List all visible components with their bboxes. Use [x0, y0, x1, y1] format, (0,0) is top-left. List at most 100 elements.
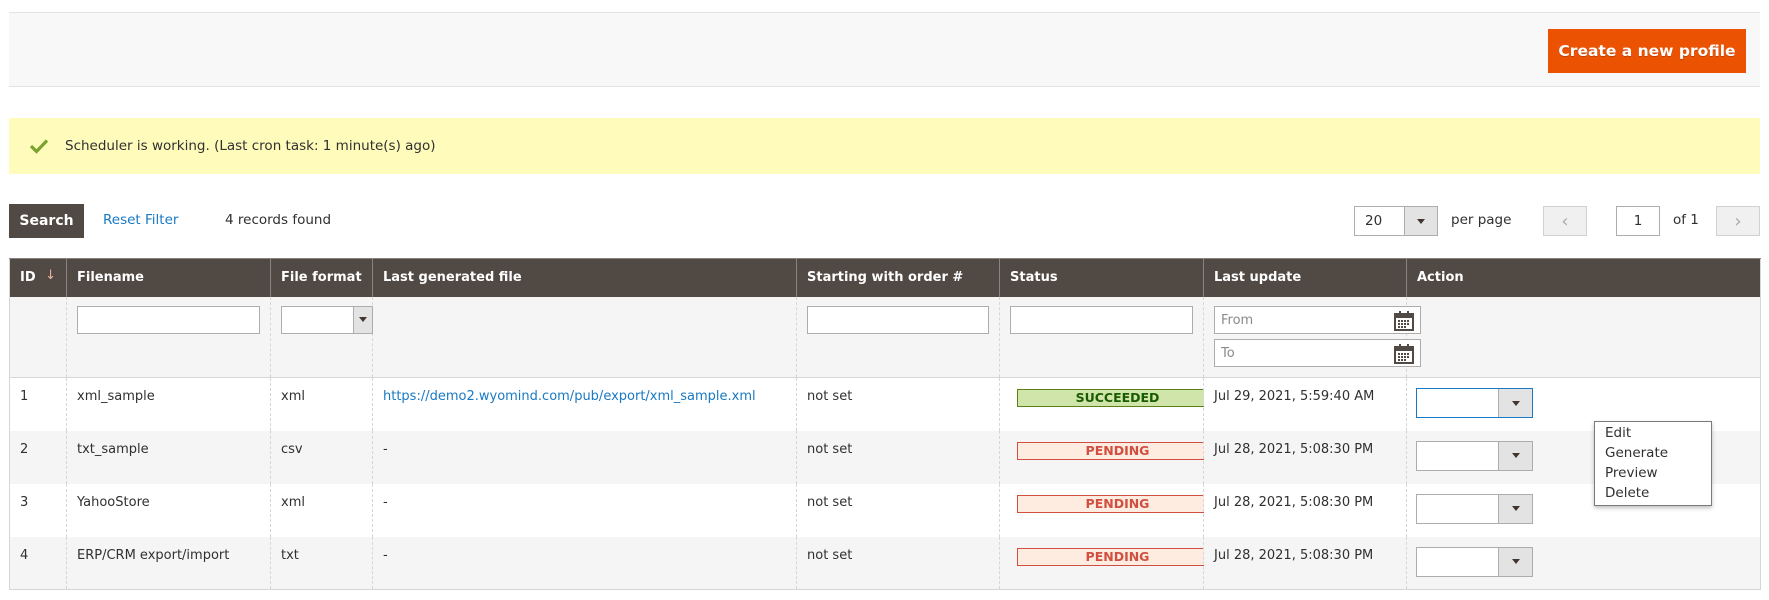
total-pages: of 1: [1673, 212, 1699, 228]
cell-filename: YahooStore: [66, 483, 271, 537]
cell-id: 4: [9, 536, 67, 590]
status-badge: SUCCEEDED: [1017, 389, 1218, 407]
action-select[interactable]: [1416, 493, 1533, 524]
column-header-file-format[interactable]: File format: [270, 258, 373, 297]
action-dropdown-menu: Edit Generate Preview Delete: [1594, 421, 1712, 506]
filter-row: From To: [9, 296, 1761, 378]
filter-action-cell: [1406, 296, 1761, 378]
header-row: ID ↓ Filename File format Last generated …: [9, 258, 1761, 297]
action-select[interactable]: [1416, 388, 1533, 418]
notice-message: Scheduler is working. (Last cron task: 1…: [65, 138, 436, 154]
filter-id-cell: [9, 296, 67, 378]
checkmark-icon: [29, 136, 49, 156]
sort-arrow-icon: ↓: [45, 268, 56, 283]
cell-filename: xml_sample: [66, 377, 271, 431]
cell-order: not set: [796, 483, 1000, 537]
filter-format-cell: [270, 296, 373, 378]
per-page-select[interactable]: 20: [1354, 206, 1438, 236]
previous-page-button[interactable]: ‹: [1543, 206, 1587, 236]
per-page-value: 20: [1365, 213, 1383, 229]
cell-id: 1: [9, 377, 67, 431]
cell-updated: Jul 28, 2021, 5:08:30 PM: [1203, 483, 1407, 537]
cell-last-file: -: [372, 483, 797, 537]
cell-format: csv: [270, 430, 373, 484]
action-select[interactable]: [1416, 440, 1533, 471]
reset-filter-link[interactable]: Reset Filter: [103, 212, 178, 228]
status-badge: PENDING: [1017, 494, 1218, 513]
chevron-down-icon: [1498, 494, 1532, 523]
action-option-delete[interactable]: Delete: [1595, 483, 1711, 503]
date-to-input[interactable]: To: [1214, 338, 1421, 368]
cell-id: 3: [9, 483, 67, 537]
table-row[interactable]: 2 txt_sample csv - not set PENDING Jul 2…: [9, 430, 1761, 484]
next-page-button[interactable]: ›: [1716, 206, 1760, 236]
cell-filename: ERP/CRM export/import: [66, 536, 271, 590]
calendar-icon[interactable]: [1394, 343, 1414, 368]
filename-filter-input[interactable]: [77, 305, 260, 334]
cell-last-file: https://demo2.wyomind.com/pub/export/xml…: [372, 377, 797, 431]
date-from-input[interactable]: From: [1214, 305, 1421, 335]
status-badge: PENDING: [1017, 547, 1218, 566]
chevron-down-icon: [1498, 547, 1532, 576]
file-format-filter-select[interactable]: [281, 305, 373, 334]
filter-status-cell: [999, 296, 1204, 378]
cell-filename: txt_sample: [66, 430, 271, 484]
calendar-icon[interactable]: [1394, 310, 1414, 335]
filter-date-cell: From To: [1203, 296, 1421, 378]
date-from-placeholder: From: [1221, 312, 1254, 328]
chevron-down-icon: [1498, 441, 1532, 470]
profiles-grid: ID ↓ Filename File format Last generated …: [9, 258, 1761, 590]
cell-format: xml: [270, 483, 373, 537]
cell-last-file: -: [372, 536, 797, 590]
cell-updated: Jul 28, 2021, 5:08:30 PM: [1203, 430, 1407, 484]
cell-action: [1406, 536, 1761, 590]
status-filter-input[interactable]: [1010, 305, 1193, 334]
cell-format: xml: [270, 377, 373, 431]
cell-id: 2: [9, 430, 67, 484]
cell-status: PENDING: [999, 430, 1218, 484]
status-badge: PENDING: [1017, 441, 1218, 460]
cell-status: PENDING: [999, 536, 1218, 590]
chevron-left-icon: ‹: [1561, 210, 1569, 232]
generated-file-link[interactable]: https://demo2.wyomind.com/pub/export/xml…: [383, 389, 756, 404]
chevron-down-icon: [353, 306, 372, 333]
action-option-edit[interactable]: Edit: [1595, 423, 1711, 443]
cell-status: PENDING: [999, 483, 1218, 537]
column-header-filename[interactable]: Filename: [66, 258, 271, 297]
per-page-label: per page: [1451, 212, 1512, 228]
order-filter-input[interactable]: [807, 305, 989, 334]
search-button[interactable]: Search: [9, 204, 84, 238]
action-option-generate[interactable]: Generate: [1595, 443, 1711, 463]
cell-last-file: -: [372, 430, 797, 484]
scheduler-notice: Scheduler is working. (Last cron task: 1…: [9, 118, 1760, 174]
cell-order: not set: [796, 377, 1000, 431]
column-header-status[interactable]: Status: [999, 258, 1204, 297]
cell-updated: Jul 28, 2021, 5:08:30 PM: [1203, 536, 1407, 590]
column-header-last-update[interactable]: Last update: [1203, 258, 1407, 297]
create-new-profile-button[interactable]: Create a new profile: [1548, 29, 1746, 73]
cell-status: SUCCEEDED: [999, 377, 1218, 431]
cell-updated: Jul 29, 2021, 5:59:40 AM: [1203, 377, 1407, 431]
cell-order: not set: [796, 430, 1000, 484]
table-row[interactable]: 1 xml_sample xml https://demo2.wyomind.c…: [9, 377, 1761, 431]
table-row[interactable]: 4 ERP/CRM export/import txt - not set PE…: [9, 536, 1761, 590]
filter-filename-cell: [66, 296, 271, 378]
page-actions-bar: Create a new profile: [9, 12, 1760, 87]
cell-order: not set: [796, 536, 1000, 590]
column-header-last-generated-file[interactable]: Last generated file: [372, 258, 797, 297]
chevron-down-icon: [1498, 389, 1532, 417]
current-page-input[interactable]: [1616, 206, 1660, 236]
action-option-preview[interactable]: Preview: [1595, 463, 1711, 483]
chevron-down-icon[interactable]: [1404, 207, 1437, 235]
filter-order-cell: [796, 296, 1000, 378]
column-header-starting-order[interactable]: Starting with order #: [796, 258, 1000, 297]
records-found: 4 records found: [225, 212, 332, 228]
column-header-id[interactable]: ID ↓: [9, 258, 67, 297]
action-select[interactable]: [1416, 546, 1533, 577]
date-to-placeholder: To: [1221, 345, 1235, 361]
table-row[interactable]: 3 YahooStore xml - not set PENDING Jul 2…: [9, 483, 1761, 537]
grid-toolbar: Search Reset Filter 4 records found 20 p…: [9, 204, 1760, 238]
filter-last-file-cell: [372, 296, 797, 378]
cell-format: txt: [270, 536, 373, 590]
column-header-action: Action: [1406, 258, 1761, 297]
